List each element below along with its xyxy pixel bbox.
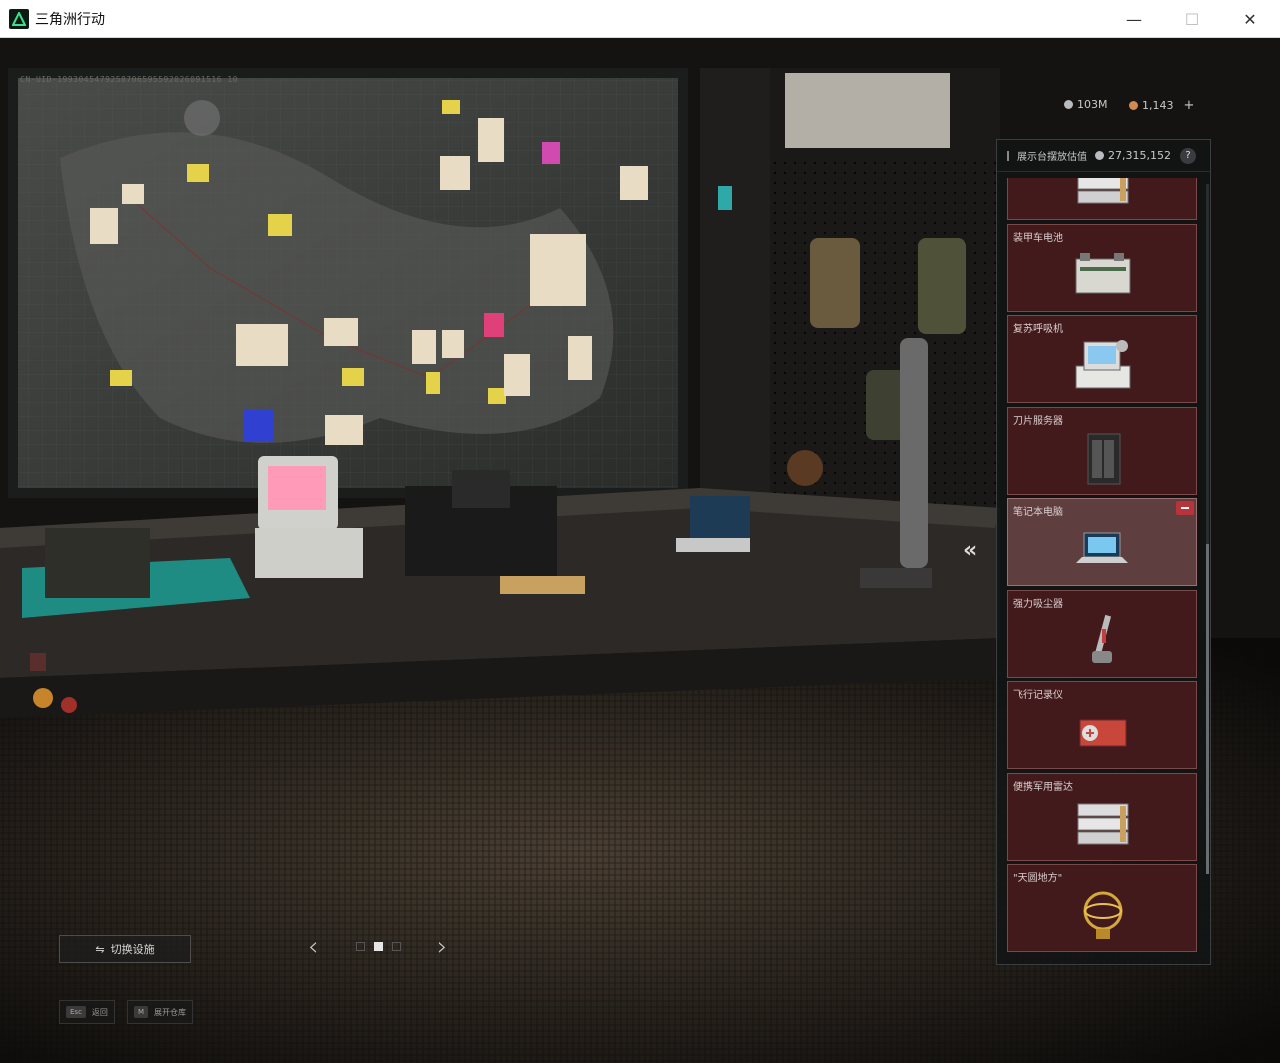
game-window: 三角洲行动 — ☐ ✕ CN·UID·199304547925870659559…	[0, 0, 1280, 1063]
add-currency-button[interactable]: +	[1184, 98, 1195, 113]
blade-server-icon	[1070, 428, 1136, 488]
display-item-name: 飞行记录仪	[1013, 690, 1063, 701]
display-room-scene: CN·UID·1993045479258706595592026091516 1…	[0, 38, 1280, 1063]
display-item-name: 强力吸尘器	[1013, 598, 1063, 610]
panel-title: 展示台摆放估值	[1017, 152, 1087, 163]
app-logo-icon	[9, 8, 29, 29]
window-title: 三角洲行动	[35, 11, 105, 28]
display-item-name: 便携军用雷达	[1013, 781, 1073, 793]
item-list[interactable]: 装甲车电池复苏呼吸机刀片服务器笔记本电脑强力吸尘器飞行记录仪便携军用雷达 "天圆地…	[1007, 178, 1197, 956]
display-item-card[interactable]: 飞行记录仪	[1007, 681, 1197, 769]
flight-recorder-icon	[1070, 702, 1136, 762]
ventilator-icon	[1070, 336, 1136, 396]
silver-currency: 103M	[1064, 98, 1108, 111]
panel-scrollbar[interactable]	[1206, 184, 1209, 874]
page-dot[interactable]	[392, 942, 401, 951]
display-item-name: 刀片服务器	[1013, 415, 1063, 427]
next-page-button[interactable]: ›	[437, 932, 447, 962]
display-item-card[interactable]: 装甲车电池	[1007, 223, 1197, 312]
display-item-card[interactable]: 刀片服务器	[1007, 406, 1197, 495]
player-uid: CN·UID·1993045479258706595592026091516 1…	[20, 75, 238, 84]
gold-currency: 1,143 +	[1129, 98, 1194, 113]
laptop-icon	[1070, 519, 1136, 579]
swap-icon: ⇋	[95, 942, 105, 956]
prev-page-button[interactable]: ‹	[308, 932, 318, 962]
battery-icon	[1070, 245, 1136, 305]
title-bar: 三角洲行动 — ☐ ✕	[0, 0, 1280, 38]
display-item-card[interactable]: 笔记本电脑	[1007, 498, 1197, 586]
page-dot[interactable]	[356, 942, 365, 951]
remove-item-button[interactable]	[1176, 501, 1194, 515]
page-indicator	[356, 942, 401, 951]
display-item-card[interactable]	[1007, 178, 1197, 220]
panel-header: 展示台摆放估值 27,315,152	[997, 140, 1210, 172]
hint-back-label: 返回	[91, 1007, 108, 1017]
m-key: M	[134, 1006, 149, 1018]
display-value-panel: 展示台摆放估值 27,315,152 ? 装甲车电池复苏呼吸机刀片服务器笔记本电…	[996, 139, 1211, 965]
display-item-card[interactable]: "天圆地方"	[1007, 864, 1197, 952]
page-dot[interactable]	[374, 942, 383, 951]
display-item-card[interactable]: 强力吸尘器	[1007, 589, 1197, 678]
close-button[interactable]: ✕	[1220, 0, 1280, 38]
switch-facility-button[interactable]: ⇋ 切换设施	[59, 935, 191, 963]
silver-amount: 103M	[1077, 98, 1108, 111]
minimize-button[interactable]: —	[1104, 0, 1164, 38]
panel-value-amount: 27,315,152	[1108, 149, 1171, 162]
scrollbar-thumb[interactable]	[1206, 544, 1209, 874]
server-rack-icon	[1070, 178, 1136, 213]
panel-value: 27,315,152	[1095, 149, 1171, 162]
armillary-icon	[1070, 885, 1136, 945]
display-item-name: 复苏呼吸机	[1013, 324, 1063, 335]
display-item-card[interactable]: 便携军用雷达	[1007, 772, 1197, 861]
display-item-name: 笔记本电脑	[1013, 507, 1063, 518]
gold-coin-icon	[1129, 101, 1138, 110]
maximize-button[interactable]: ☐	[1162, 0, 1222, 38]
gold-amount: 1,143	[1142, 99, 1174, 112]
silver-coin-icon	[1064, 100, 1073, 109]
help-button[interactable]: ?	[1180, 148, 1196, 164]
display-item-card[interactable]: 复苏呼吸机	[1007, 315, 1197, 403]
collapse-panel-button[interactable]: «	[963, 538, 977, 563]
display-item-name: 装甲车电池	[1013, 232, 1063, 244]
server-rack-icon	[1070, 794, 1136, 854]
hint-back[interactable]: Esc 返回	[59, 1000, 115, 1024]
hint-open-warehouse-label: 展开仓库	[154, 1007, 187, 1017]
vacuum-icon	[1070, 611, 1136, 671]
switch-facility-label: 切换设施	[110, 943, 155, 956]
esc-key: Esc	[66, 1006, 86, 1018]
display-item-name: "天圆地方"	[1013, 873, 1063, 884]
silver-coin-icon	[1095, 151, 1104, 160]
hint-open-warehouse[interactable]: M 展开仓库	[127, 1000, 194, 1024]
